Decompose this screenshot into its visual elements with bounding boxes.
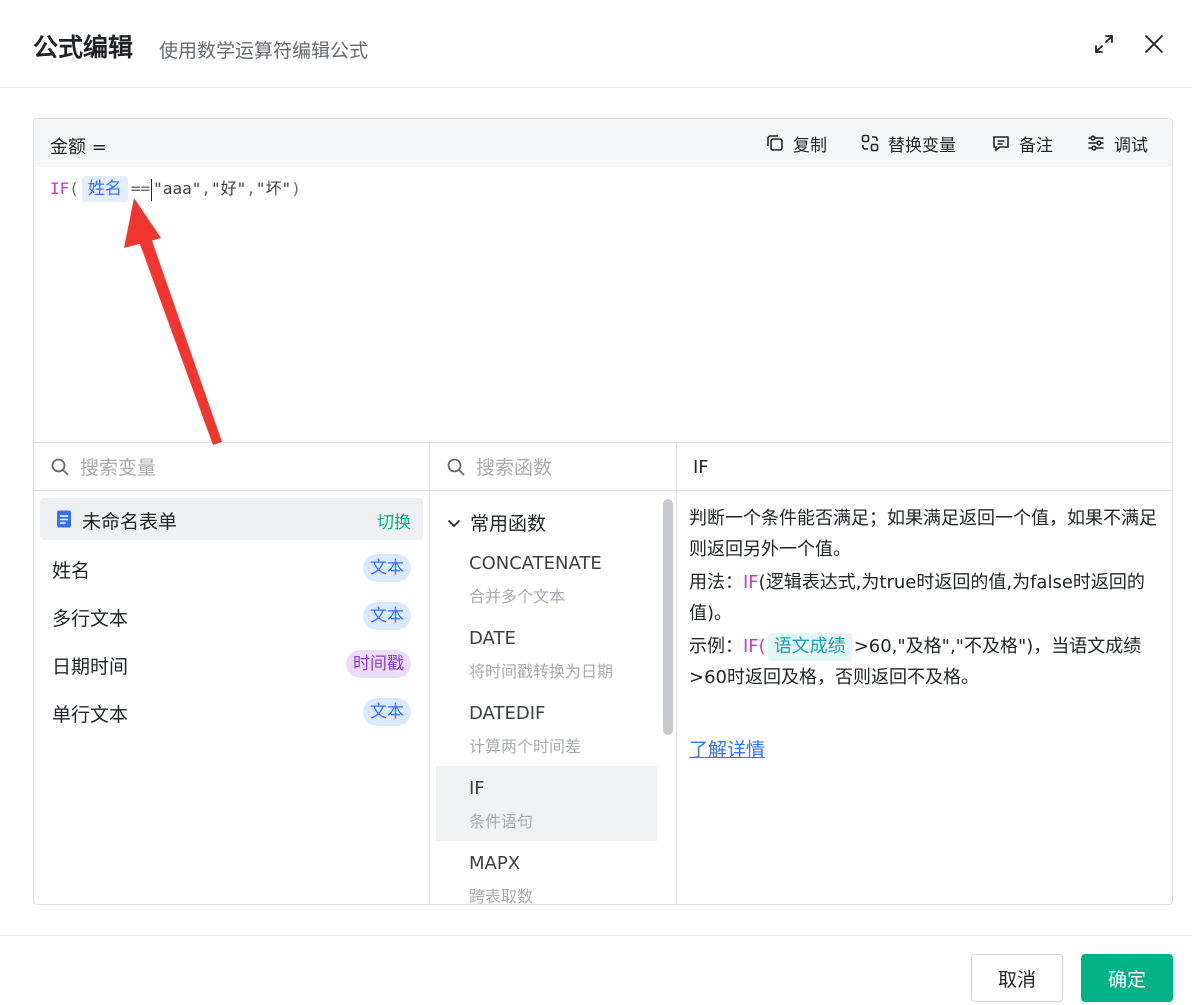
code-close-paren: ) bbox=[291, 179, 301, 198]
formula-code-editor[interactable]: IF(姓名 == "aaa","好","坏") bbox=[34, 167, 1172, 442]
variable-item[interactable]: 日期时间 时间戳 bbox=[40, 642, 423, 686]
usage-label: 用法： bbox=[689, 572, 743, 593]
switch-form-link[interactable]: 切换 bbox=[377, 508, 411, 533]
replace-variable-label: 替换变量 bbox=[888, 135, 956, 156]
function-desc: 计算两个时间差 bbox=[469, 737, 582, 756]
function-item-selected[interactable]: IF 条件语句 bbox=[436, 766, 657, 841]
code-operator: == bbox=[130, 179, 151, 198]
function-desc: 条件语句 bbox=[469, 812, 534, 831]
function-description-panel: IF 判断一个条件能否满足；如果满足返回一个值，如果不满足则返回另外一个值。 用… bbox=[677, 443, 1172, 904]
description-usage: 用法：IF(逻辑表达式,为true时返回的值,为false时返回的值)。 bbox=[689, 567, 1161, 629]
function-list-scrollbar[interactable] bbox=[663, 499, 673, 735]
variable-type-badge: 时间戳 bbox=[346, 650, 411, 678]
note-label: 备注 bbox=[1019, 135, 1053, 156]
function-group-label: 常用函数 bbox=[470, 513, 547, 535]
description-example: 示例：IF(语文成绩 >60,"及格","不及格")，当语文成绩>60时返回及格，… bbox=[689, 631, 1161, 693]
function-item[interactable]: MAPX 跨表取数 bbox=[436, 841, 657, 905]
search-icon bbox=[51, 458, 69, 476]
function-item[interactable]: CONCATENATE 合并多个文本 bbox=[436, 541, 657, 616]
dialog-title: 公式编辑 bbox=[33, 33, 134, 62]
description-title: IF bbox=[693, 457, 709, 478]
code-comma-1: , bbox=[201, 179, 211, 198]
document-icon bbox=[57, 510, 71, 528]
copy-label: 复制 bbox=[793, 135, 827, 156]
dialog-subtitle: 使用数学运算符编辑公式 bbox=[159, 40, 369, 62]
function-item[interactable]: DATEDIF 计算两个时间差 bbox=[436, 691, 657, 766]
copy-icon bbox=[767, 135, 783, 151]
variable-search-input[interactable] bbox=[78, 453, 382, 483]
formula-header: 金额 = 复制 替换变量 备注 调试 bbox=[34, 119, 1172, 167]
code-arg-3: "坏" bbox=[255, 179, 292, 198]
variable-item[interactable]: 多行文本 文本 bbox=[40, 594, 423, 638]
description-body: 判断一个条件能否满足；如果满足返回一个值，如果不满足则返回另外一个值。 用法：I… bbox=[689, 503, 1161, 695]
function-name: DATEDIF bbox=[469, 703, 546, 724]
expand-icon[interactable] bbox=[1092, 32, 1116, 56]
function-item[interactable]: DATE 将时间戳转换为日期 bbox=[436, 616, 657, 691]
learn-more-link[interactable]: 了解详情 bbox=[689, 735, 765, 762]
comment-icon bbox=[993, 136, 1009, 152]
code-open-paren: ( bbox=[69, 179, 79, 198]
formula-code-line: IF(姓名 == "aaa","好","坏") bbox=[50, 175, 301, 203]
description-header: IF bbox=[677, 443, 1172, 491]
confirm-button[interactable]: 确定 bbox=[1081, 954, 1173, 1002]
note-button[interactable]: 备注 bbox=[991, 131, 1053, 156]
function-group-header[interactable]: 常用函数 bbox=[446, 509, 546, 536]
cancel-button[interactable]: 取消 bbox=[971, 954, 1063, 1002]
function-name: CONCATENATE bbox=[469, 553, 602, 574]
search-icon bbox=[447, 458, 465, 476]
dialog-footer: 取消 确定 bbox=[0, 935, 1192, 1005]
code-arg-1: "aaa" bbox=[153, 179, 202, 198]
variable-name: 姓名 bbox=[52, 560, 91, 582]
code-comma-2: , bbox=[246, 179, 256, 198]
code-function: IF bbox=[50, 179, 70, 198]
variable-type-badge: 文本 bbox=[363, 698, 411, 726]
variable-type-badge: 文本 bbox=[363, 602, 411, 630]
function-search-input[interactable] bbox=[474, 453, 658, 483]
formula-editor: 金额 = 复制 替换变量 备注 调试 IF(姓名 == "aaa","好","… bbox=[33, 118, 1173, 905]
description-summary: 判断一个条件能否满足；如果满足返回一个值，如果不满足则返回另外一个值。 bbox=[689, 508, 1157, 560]
variable-name: 多行文本 bbox=[52, 608, 129, 630]
variable-search bbox=[34, 443, 429, 491]
function-name: MAPX bbox=[469, 853, 521, 874]
function-desc: 合并多个文本 bbox=[469, 587, 566, 606]
function-desc: 将时间戳转换为日期 bbox=[469, 662, 614, 681]
formula-field-label: 金额 = bbox=[50, 137, 107, 158]
close-icon[interactable] bbox=[1142, 32, 1166, 56]
copy-button[interactable]: 复制 bbox=[765, 131, 827, 156]
form-selector[interactable]: 未命名表单 切换 bbox=[40, 498, 423, 540]
formula-editor-dialog: 公式编辑 使用数学运算符编辑公式 金额 = 复制 替换变量 备注 调试 IF(… bbox=[0, 0, 1192, 1005]
code-variable-chip[interactable]: 姓名 bbox=[81, 176, 128, 202]
variable-name: 日期时间 bbox=[52, 656, 129, 678]
variable-item[interactable]: 姓名 文本 bbox=[40, 546, 423, 590]
function-list: 常用函数 CONCATENATE 合并多个文本 DATE 将时间戳转换为日期 D… bbox=[430, 491, 677, 905]
function-search bbox=[430, 443, 676, 491]
variable-type-badge: 文本 bbox=[363, 554, 411, 582]
usage-function: IF bbox=[743, 572, 759, 593]
variable-name: 单行文本 bbox=[52, 704, 129, 726]
function-name: DATE bbox=[469, 628, 516, 649]
dialog-header: 公式编辑 使用数学运算符编辑公式 bbox=[0, 0, 1192, 88]
example-function: IF( bbox=[743, 636, 766, 657]
debug-button[interactable]: 调试 bbox=[1086, 131, 1148, 156]
functions-panel: 常用函数 CONCATENATE 合并多个文本 DATE 将时间戳转换为日期 D… bbox=[430, 443, 677, 905]
function-name: IF bbox=[469, 778, 485, 799]
chevron-down-icon bbox=[448, 519, 460, 527]
example-variable-chip: 语文成绩 bbox=[767, 633, 852, 661]
sliders-icon bbox=[1088, 135, 1104, 151]
example-label: 示例： bbox=[689, 636, 743, 657]
function-desc: 跨表取数 bbox=[469, 887, 534, 905]
code-arg-2: "好" bbox=[210, 179, 247, 198]
replace-variable-button[interactable]: 替换变量 bbox=[860, 131, 956, 156]
replace-icon bbox=[861, 134, 879, 152]
variables-panel: 未命名表单 切换 姓名 文本 多行文本 文本 日期时间 时间戳 单行文本 bbox=[34, 443, 430, 904]
debug-label: 调试 bbox=[1114, 135, 1148, 156]
variable-item[interactable]: 单行文本 文本 bbox=[40, 690, 423, 734]
editor-panels: 未命名表单 切换 姓名 文本 多行文本 文本 日期时间 时间戳 单行文本 bbox=[34, 442, 1172, 905]
form-name: 未命名表单 bbox=[82, 511, 178, 533]
